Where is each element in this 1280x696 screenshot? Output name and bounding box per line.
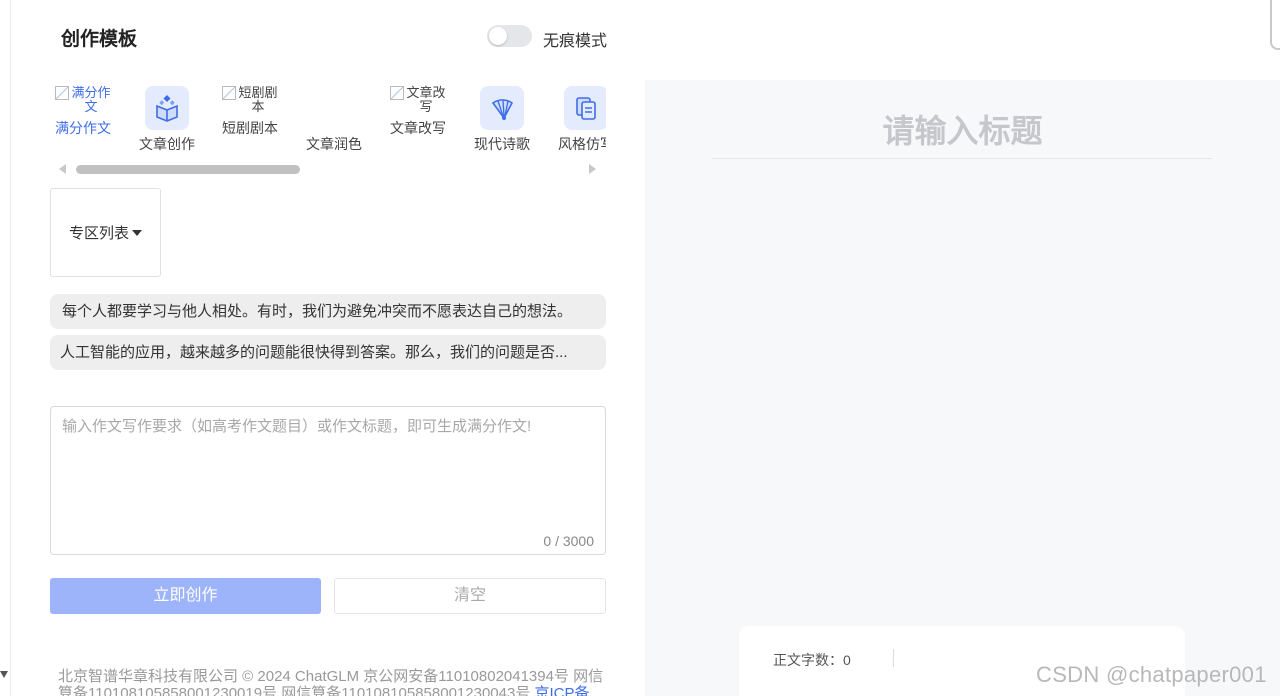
template-row-clip: 风格仿写: [540, 86, 606, 156]
collapse-caret-icon[interactable]: [0, 671, 8, 678]
example-prompt[interactable]: 每个人都要学习与他人相处。有时，我们为避免冲突而不愿表达自己的想法。: [50, 294, 606, 329]
broken-image-icon: 短剧剧本: [214, 86, 286, 114]
char-counter: 0 / 3000: [543, 533, 594, 549]
create-now-button[interactable]: 立即创作: [50, 578, 321, 614]
toggle-knob: [489, 27, 507, 45]
document-title-placeholder[interactable]: 请输入标题: [645, 106, 1280, 152]
template-label: 风格仿写: [558, 136, 606, 152]
window-scrollbar[interactable]: [1270, 0, 1280, 50]
incognito-label: 无痕模式: [543, 33, 608, 50]
footer-line-2: 算备110108105858001230019号 网信算备11010810585…: [58, 685, 618, 696]
footer-line-2-text: 算备110108105858001230019号 网信算备11010810585…: [58, 685, 531, 696]
template-full-score-essay[interactable]: 满分作文 满分作文: [47, 86, 119, 138]
horizontal-scrollbar-thumb[interactable]: [76, 165, 300, 174]
broken-image-icon: 满分作文: [47, 86, 119, 114]
template-label: 现代诗歌: [474, 136, 530, 152]
title-divider: [712, 158, 1212, 159]
icp-link[interactable]: 京ICP备: [535, 685, 590, 696]
footer-legal: 北京智谱华章科技有限公司 © 2024 ChatGLM 京公网安备1101080…: [58, 668, 618, 696]
example-prompt[interactable]: 人工智能的应用，越来越多的问题能很快得到答案。那么，我们的问题是否...: [50, 335, 606, 370]
template-label: 文章改写: [390, 120, 446, 136]
template-label: 满分作文: [55, 120, 111, 136]
template-label: 文章创作: [139, 136, 195, 152]
zone-list-label: 专区列表: [68, 225, 129, 242]
template-label: 短剧剧本: [222, 120, 278, 136]
book-sparkle-icon: [145, 86, 189, 130]
word-count-label: 正文字数：0: [773, 652, 851, 668]
footer-line-1: 北京智谱华章科技有限公司 © 2024 ChatGLM 京公网安备1101080…: [58, 668, 604, 685]
word-count-separator: [893, 649, 894, 667]
copy-document-icon: [564, 86, 606, 130]
scroll-right-arrow-icon[interactable]: [589, 164, 596, 174]
zone-list-dropdown[interactable]: 专区列表: [50, 188, 161, 277]
broken-image-icon: 文章改写: [382, 86, 454, 114]
essay-input[interactable]: [51, 407, 605, 554]
template-article-writing[interactable]: 文章创作: [131, 86, 203, 154]
template-article-rewrite[interactable]: 文章改写 文章改写: [382, 86, 454, 138]
preview-pane: 请输入标题 正文字数：0: [645, 80, 1280, 696]
page-title: 创作模板: [61, 29, 138, 50]
incognito-toggle[interactable]: [487, 25, 532, 47]
essay-input-box: 0 / 3000: [50, 406, 606, 555]
clear-button[interactable]: 清空: [334, 578, 606, 614]
template-modern-poetry[interactable]: 现代诗歌: [466, 86, 538, 154]
template-style-imitation[interactable]: 风格仿写: [550, 86, 606, 154]
template-short-drama-script[interactable]: 短剧剧本 短剧剧本: [214, 86, 286, 138]
template-article-polish[interactable]: 文章润色: [298, 86, 370, 154]
template-label: 文章润色: [306, 136, 362, 152]
scroll-left-arrow-icon[interactable]: [59, 164, 66, 174]
csdn-watermark: CSDN @chatpaper001: [1036, 662, 1267, 687]
icon-placeholder: [298, 86, 370, 130]
caret-down-icon: [132, 229, 142, 236]
preview-topbar: [645, 0, 1280, 80]
fan-icon: [480, 86, 524, 130]
